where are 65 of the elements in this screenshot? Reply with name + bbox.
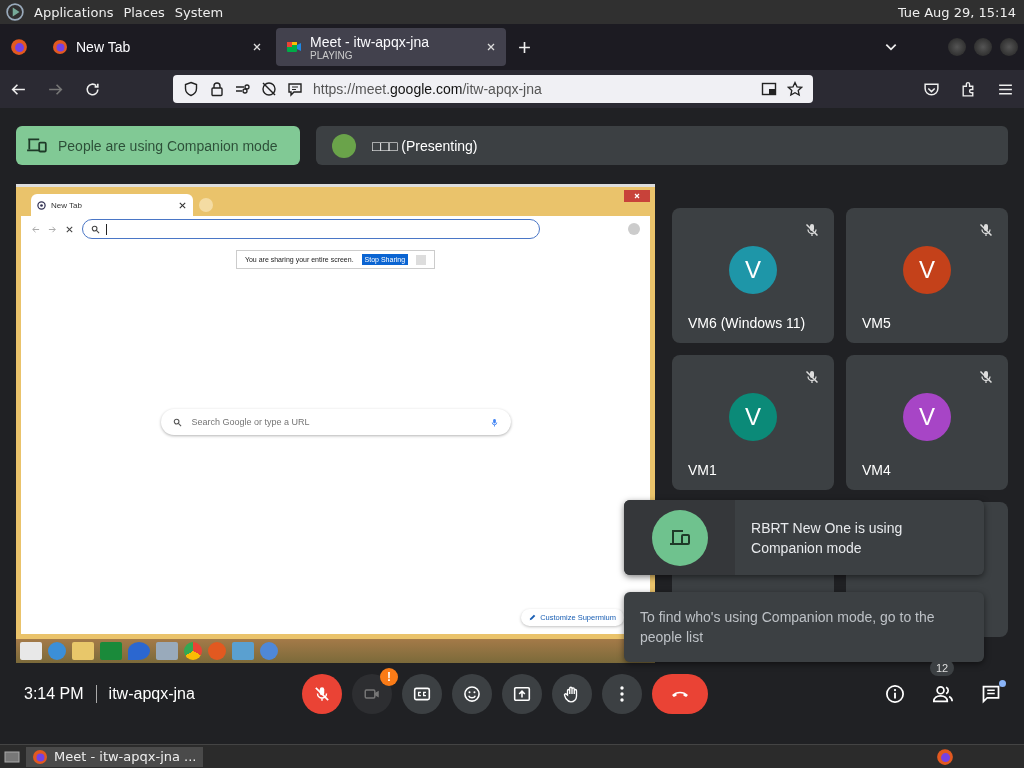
pencil-icon [529,614,537,621]
microphone-button[interactable] [302,674,342,714]
notification: RBRT New One is using Companion mode [624,500,984,575]
avatar: V [729,392,777,441]
close-icon[interactable] [178,200,187,210]
clock[interactable]: Tue Aug 29, 15:14 [897,4,1018,20]
firefox-icon [32,748,48,765]
menu-item[interactable]: Places [123,4,165,20]
meeting-code: itw-apqx-jna [108,685,195,703]
people-icon[interactable] [932,684,954,704]
camera-button[interactable] [352,674,392,714]
close-icon [632,191,642,201]
presenter-bar: □□□ (Presenting) [316,126,1008,165]
avatar: V [903,245,951,294]
microphone-icon[interactable] [489,417,499,427]
menu-item[interactable]: Applications [34,4,114,20]
captions-icon [412,685,432,703]
app-icon[interactable] [184,642,202,660]
firefox-icon[interactable] [10,38,28,56]
browser-tab[interactable]: Meet - itw-apqx-jna PLAYING [276,28,506,66]
count-badge: 12 [930,660,955,676]
search-icon [91,224,100,234]
notification: To find who's using Companion mode, go to the people list [624,592,984,662]
firefox-icon[interactable] [936,747,954,766]
avatar [332,133,356,158]
address-bar[interactable]: https://meet.google.com/itw-apqx-jna [173,75,813,103]
avatar: V [729,245,777,294]
meeting-time: 3:14 PM [24,685,84,703]
muted-mic-icon [312,685,332,703]
emoji-button[interactable] [452,674,492,714]
more-options-button[interactable] [602,674,642,714]
participant-name: VM1 [688,462,717,478]
firefox-icon [52,39,68,55]
end-call-button[interactable] [652,674,708,714]
reload-icon[interactable] [84,80,101,98]
upload-screen-icon [512,685,532,703]
smiley-icon [462,685,482,703]
companion-mode-banner: People are using Companion mode [16,126,300,165]
participant-name: VM5 [862,315,891,331]
raise-hand-button[interactable] [552,674,592,714]
participant-name: VM6 (Windows 11) [688,315,806,331]
show-desktop-icon[interactable] [4,748,20,765]
companion-mode-icon [651,509,708,566]
alert-badge: ! [380,668,398,686]
video-camera-icon [286,39,302,55]
browser-tab[interactable]: New Tab [42,28,272,66]
participant-name: VM4 [862,462,891,478]
start-button[interactable] [20,642,42,660]
search-icon [172,417,182,427]
avatar: V [903,392,951,441]
captions-button[interactable] [402,674,442,714]
close-button[interactable] [624,190,650,202]
stop-loading-icon[interactable] [65,224,74,234]
browser-logo-icon [37,200,46,210]
taskbar-window-button[interactable]: Meet - itw-apqx-jna ... [26,746,203,767]
menu-item[interactable]: System [174,4,224,20]
present-screen-button[interactable] [502,674,542,714]
text-cursor [106,223,107,235]
browser-tab[interactable]: New Tab [31,194,193,216]
info-icon[interactable] [884,684,906,704]
new-tab-icon[interactable] [518,40,531,54]
more-icon [620,686,624,702]
chat-icon[interactable] [980,684,1002,704]
pocket-icon[interactable] [923,80,940,98]
search-field[interactable]: Search Google or type a URL [189,416,482,428]
